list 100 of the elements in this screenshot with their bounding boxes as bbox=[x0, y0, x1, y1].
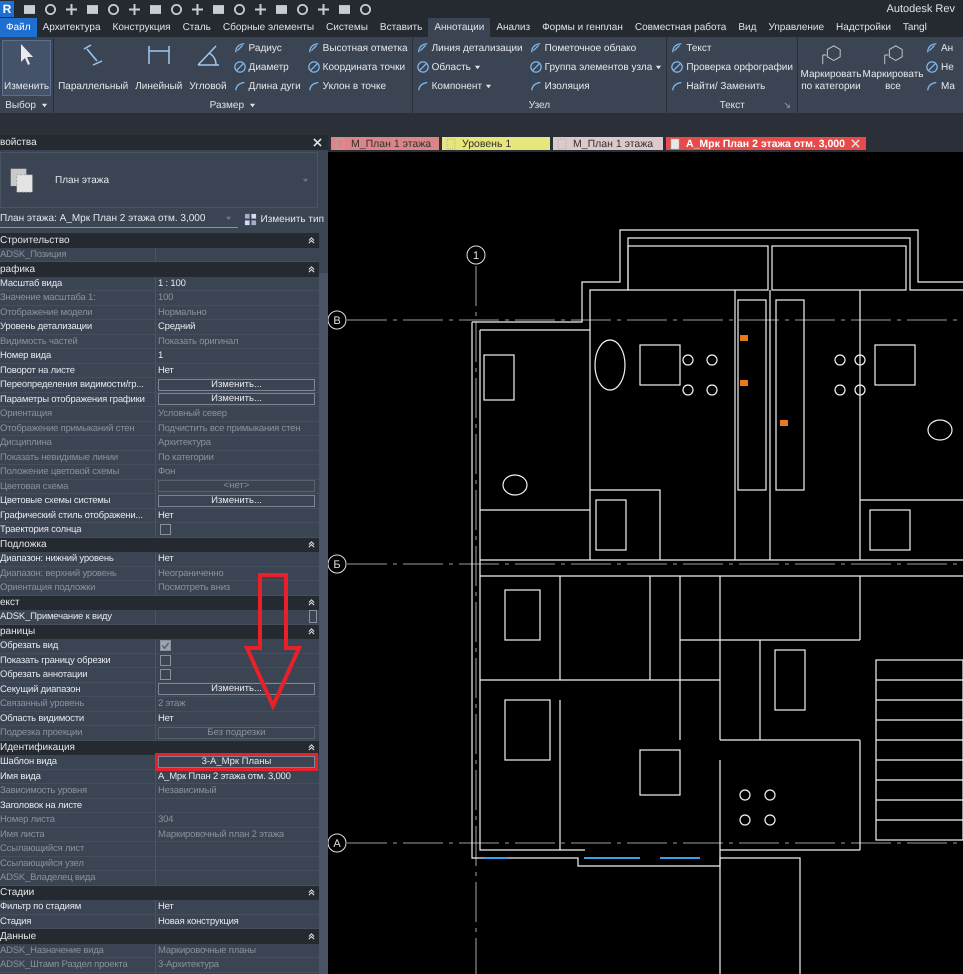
ribbon-tab[interactable]: Вид bbox=[732, 18, 762, 37]
checkbox[interactable] bbox=[160, 669, 171, 680]
ribbon-button[interactable]: Уклон в точке bbox=[308, 78, 408, 94]
ribbon-button[interactable]: Длина дуги bbox=[234, 78, 301, 94]
tool-icon bbox=[416, 61, 429, 73]
caret-icon[interactable] bbox=[249, 102, 256, 109]
app-logo[interactable]: R bbox=[0, 1, 14, 17]
group-header[interactable]: екст bbox=[0, 596, 319, 610]
close-icon[interactable] bbox=[313, 138, 322, 147]
property-label: Положение цветовой схемы bbox=[0, 465, 156, 478]
property-label: Номер вида bbox=[0, 349, 156, 362]
ribbon-button[interactable]: Линейный bbox=[133, 40, 184, 96]
ribbon-button[interactable]: Параллельный bbox=[56, 40, 130, 96]
type-selector[interactable]: План этажа bbox=[0, 152, 318, 208]
property-button[interactable]: Изменить... bbox=[158, 683, 315, 696]
dialog-launcher-icon[interactable] bbox=[784, 102, 791, 109]
caret-icon[interactable] bbox=[40, 102, 48, 109]
panel-title: войства bbox=[0, 137, 37, 148]
edit-type-button[interactable]: Изменить тип bbox=[244, 212, 324, 226]
property-label: Имя вида bbox=[0, 770, 156, 783]
ribbon-tab[interactable]: Tangl bbox=[896, 18, 933, 37]
collapse-icon[interactable] bbox=[308, 932, 315, 940]
panel-title[interactable]: Узел bbox=[528, 100, 550, 111]
ribbon-button[interactable]: Маркировать все bbox=[862, 40, 924, 96]
group-header[interactable]: Строительство bbox=[0, 233, 319, 248]
property-label: Фильтр по стадиям bbox=[0, 900, 156, 914]
property-value: Нет bbox=[158, 510, 174, 521]
ribbon-tab[interactable]: Архитектура bbox=[36, 18, 107, 37]
panel-title[interactable]: Выбор bbox=[5, 100, 36, 111]
property-label: Переопределения видимости/гр... bbox=[0, 378, 156, 392]
tool-icon bbox=[234, 61, 246, 73]
ribbon-tab[interactable]: Конструкция bbox=[106, 18, 177, 37]
property-button[interactable]: Изменить... bbox=[158, 393, 315, 406]
ribbon-tab[interactable]: Управление bbox=[762, 18, 830, 37]
ribbon-tab[interactable]: Системы bbox=[320, 18, 374, 37]
ribbon-button[interactable]: Линия детализации bbox=[416, 40, 523, 56]
property-button[interactable]: Изменить... bbox=[158, 378, 315, 391]
property-label: Диапазон: верхний уровень bbox=[0, 566, 156, 580]
property-label: Графический стиль отображени... bbox=[0, 508, 156, 522]
ribbon-tab[interactable]: Надстройки bbox=[830, 18, 897, 37]
ribbon-button[interactable]: Координата точки bbox=[308, 59, 408, 75]
property-value: 100 bbox=[158, 292, 174, 304]
collapse-icon[interactable] bbox=[308, 266, 315, 273]
collapse-icon[interactable] bbox=[308, 744, 315, 752]
instance-dropdown[interactable]: План этажа: А_Мрк План 2 этажа отм. 3,000 bbox=[0, 210, 238, 228]
ribbon-button[interactable]: Компонент bbox=[416, 78, 523, 94]
collapse-icon[interactable] bbox=[308, 628, 315, 636]
property-value: 1 : 100 bbox=[158, 278, 186, 289]
ribbon-button[interactable]: Диаметр bbox=[234, 59, 301, 75]
collapse-icon[interactable] bbox=[308, 599, 315, 606]
group-header[interactable]: Стадии bbox=[0, 886, 319, 900]
ribbon-button[interactable]: Область bbox=[416, 59, 523, 75]
ribbon-button[interactable]: Текст bbox=[671, 40, 793, 56]
edit-field-button[interactable] bbox=[309, 610, 317, 624]
collapse-icon[interactable] bbox=[308, 541, 315, 548]
ribbon-tab[interactable]: Сталь bbox=[176, 18, 217, 37]
group-header[interactable]: Подложка bbox=[0, 538, 319, 552]
property-button[interactable]: Изменить... bbox=[158, 494, 315, 507]
collapse-icon[interactable] bbox=[308, 236, 315, 244]
checkbox[interactable] bbox=[160, 654, 171, 666]
view-tab[interactable]: М_План 1 этажа bbox=[553, 137, 663, 150]
scrollbar[interactable] bbox=[319, 273, 328, 974]
ribbon-button[interactable]: Ан bbox=[926, 40, 955, 56]
checkbox[interactable] bbox=[160, 640, 171, 652]
ribbon-button[interactable]: Пометочное облако bbox=[530, 40, 662, 56]
ribbon-button[interactable]: Угловой bbox=[187, 40, 229, 96]
ribbon-button[interactable]: Группа элементов узла bbox=[530, 59, 662, 75]
ribbon-tab[interactable]: Формы и генплан bbox=[536, 18, 629, 37]
panel-title[interactable]: Размер bbox=[210, 100, 244, 111]
ribbon-button[interactable]: Найти/ Заменить bbox=[671, 78, 793, 94]
view-tab[interactable]: А_Мрк План 2 этажа отм. 3,000 bbox=[666, 137, 866, 150]
ribbon-tab[interactable]: Анализ bbox=[490, 18, 536, 37]
ribbon-button[interactable]: Маркировать по категории bbox=[800, 40, 862, 96]
window-title: Autodesk Rev bbox=[886, 3, 956, 15]
ribbon-button[interactable]: Радиус bbox=[234, 40, 301, 56]
ribbon-button[interactable]: Ма bbox=[926, 78, 955, 94]
view-tab[interactable]: М_План 1 этажа bbox=[331, 137, 439, 150]
property-value: Посмотреть вниз bbox=[158, 582, 230, 594]
tool-icon bbox=[926, 80, 938, 92]
group-header[interactable]: рафика bbox=[0, 262, 319, 276]
ribbon-tab[interactable]: Вставить bbox=[374, 18, 428, 37]
ribbon-tab[interactable]: Сборные элементы bbox=[216, 18, 320, 37]
group-header[interactable]: Данные bbox=[0, 929, 319, 944]
property-button[interactable]: 3-А_Мрк Планы bbox=[158, 756, 315, 768]
property-label: Связанный уровень bbox=[0, 697, 156, 710]
group-header[interactable]: раницы bbox=[0, 624, 319, 639]
ribbon-tab[interactable]: Совместная работа bbox=[628, 18, 732, 37]
property-value: Неограниченно bbox=[158, 568, 224, 579]
ribbon-button[interactable]: Проверка орфографии bbox=[671, 59, 793, 75]
collapse-icon[interactable] bbox=[308, 889, 315, 896]
ribbon-button[interactable]: Не bbox=[926, 59, 955, 75]
ribbon-button[interactable]: Высотная отметка bbox=[308, 40, 408, 56]
ribbon-button[interactable]: Изоляция bbox=[530, 78, 662, 94]
ribbon-tab[interactable]: Файл bbox=[0, 18, 37, 37]
checkbox[interactable] bbox=[160, 524, 171, 536]
ribbon-tab[interactable]: Аннотации bbox=[428, 18, 490, 37]
panel-title[interactable]: Текст bbox=[720, 100, 745, 111]
view-tab[interactable]: Уровень 1 bbox=[442, 137, 550, 150]
property-label: Обрезать вид bbox=[0, 639, 156, 652]
ribbon-button[interactable]: Изменить bbox=[2, 40, 52, 96]
